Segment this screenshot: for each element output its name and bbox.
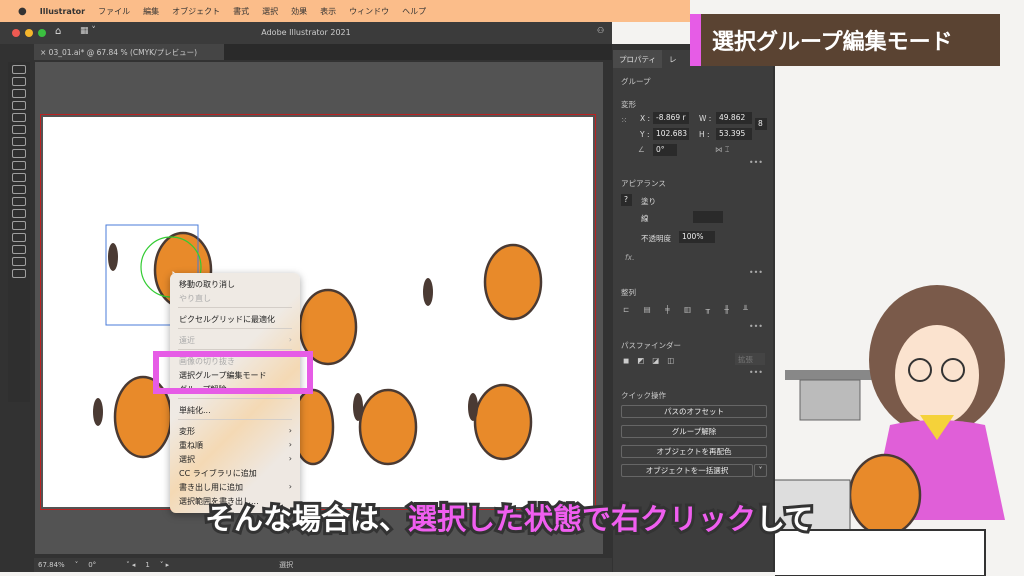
title-banner: 選択グループ編集モード: [690, 14, 1000, 66]
status-bar: 67.84% ˅ 0° ˅ ◂ 1 ˅ ▸ 選択: [34, 558, 612, 572]
tab-properties[interactable]: プロパティ: [613, 50, 663, 68]
artboard-number[interactable]: 1: [145, 561, 149, 569]
menu-type[interactable]: 書式: [233, 6, 249, 17]
reference-point-icon[interactable]: ⁙: [621, 116, 627, 125]
h-field[interactable]: 53.395: [716, 128, 752, 140]
y-label: Y :: [640, 130, 650, 139]
cat-illustrations[interactable]: [43, 117, 593, 507]
highlight-box: [153, 351, 313, 394]
quick-actions-label: クイック操作: [621, 391, 666, 400]
stroke-label: 線: [641, 214, 649, 223]
menu-item-arrange[interactable]: 重ね順: [179, 440, 203, 451]
menu-effect[interactable]: 効果: [291, 6, 307, 17]
object-kind: グループ: [621, 77, 651, 86]
select-same-dropdown[interactable]: ˅: [754, 464, 767, 477]
current-tool: 選択: [279, 561, 294, 569]
zoom-level[interactable]: 67.84%: [38, 561, 65, 569]
pen-tool-icon[interactable]: [12, 101, 26, 110]
shape-builder-tool-icon[interactable]: [12, 185, 26, 194]
brush-tool-icon[interactable]: [12, 125, 26, 134]
menubar: ● Illustrator ファイル 編集 オブジェクト 書式 選択 効果 表示…: [0, 0, 690, 22]
artboard-tool-icon[interactable]: [12, 233, 26, 242]
angle-icon: ∠: [638, 145, 645, 154]
ungroup-button[interactable]: グループ解除: [621, 425, 767, 438]
menu-file[interactable]: ファイル: [98, 6, 130, 17]
menu-help[interactable]: ヘルプ: [402, 6, 426, 17]
more-options-icon[interactable]: •••: [749, 268, 763, 277]
menu-item-pixel-grid[interactable]: ピクセルグリッドに最適化: [179, 314, 275, 325]
stroke-weight-field[interactable]: [693, 211, 723, 223]
type-tool-icon[interactable]: [12, 137, 26, 146]
appearance-label: アピアランス: [621, 179, 666, 188]
subtitle-highlight: 選択した状態で右クリック: [405, 499, 759, 539]
flip-icons[interactable]: ⋈ ⌶: [715, 145, 729, 155]
width-tool-icon[interactable]: [12, 173, 26, 182]
expand-button: 拡張: [735, 353, 765, 365]
tab-layers[interactable]: レ: [663, 50, 683, 68]
menu-item-add-cc-library[interactable]: CC ライブラリに追加: [179, 468, 257, 479]
pathfinder-label: パスファインダー: [621, 341, 681, 350]
eraser-tool-icon[interactable]: [12, 161, 26, 170]
window-title: Adobe Illustrator 2021: [261, 28, 351, 37]
selection-tool-icon[interactable]: [12, 65, 26, 74]
menu-app[interactable]: Illustrator: [40, 7, 85, 16]
subtitle-text: そんな場合は、: [202, 499, 411, 539]
y-field[interactable]: 102.683: [653, 128, 689, 140]
select-same-button[interactable]: オブジェクトを一括選択: [621, 464, 753, 477]
menu-object[interactable]: オブジェクト: [172, 6, 220, 17]
fx-button[interactable]: fx.: [625, 253, 634, 262]
menu-item-select[interactable]: 選択: [179, 454, 195, 465]
transform-label: 変形: [621, 100, 636, 109]
offset-path-button[interactable]: パスのオフセット: [621, 405, 767, 418]
zoom-tool-icon[interactable]: [12, 257, 26, 266]
document-tab[interactable]: × 03_01.ai* @ 67.84 % (CMYK/プレビュー): [34, 44, 224, 60]
menu-item-simplify[interactable]: 単純化...: [179, 405, 211, 416]
opacity-field[interactable]: 100%: [679, 231, 715, 243]
hand-tool-icon[interactable]: [12, 245, 26, 254]
align-label: 整列: [621, 288, 636, 297]
menu-item-redo: やり直し: [179, 294, 211, 303]
rotation-field[interactable]: 0°: [653, 144, 677, 156]
magic-wand-tool-icon[interactable]: [12, 89, 26, 98]
eyedropper-tool-icon[interactable]: [12, 209, 26, 218]
rotation-value[interactable]: 0°: [88, 561, 96, 569]
pathfinder-icons[interactable]: ◼◩◪◫: [623, 356, 682, 365]
rectangle-tool-icon[interactable]: [12, 113, 26, 122]
menu-item-perspective: 遠近: [179, 336, 195, 345]
subtitle-text-end: して: [753, 499, 816, 539]
blend-tool-icon[interactable]: [12, 221, 26, 230]
tools-panel: [8, 62, 30, 402]
more-options-icon[interactable]: •••: [749, 158, 763, 167]
menu-item-add-to-export[interactable]: 書き出し用に追加: [179, 482, 243, 493]
menu-item-transform[interactable]: 変形: [179, 426, 195, 437]
x-field[interactable]: -8.869 r: [653, 112, 689, 124]
more-options-icon[interactable]: •••: [749, 368, 763, 377]
opacity-label: 不透明度: [641, 234, 671, 243]
menu-view[interactable]: 表示: [320, 6, 336, 17]
menu-select[interactable]: 選択: [262, 6, 278, 17]
direct-selection-tool-icon[interactable]: [12, 77, 26, 86]
menu-window[interactable]: ウィンドウ: [349, 6, 389, 17]
rotate-tool-icon[interactable]: [12, 149, 26, 158]
properties-panel: プロパティ レ グループ 変形 ⁙ X : -8.869 r W : 49.86…: [613, 50, 773, 572]
cloud-user-icon[interactable]: ⚇: [597, 26, 604, 35]
fill-swatch-icon[interactable]: ?: [621, 194, 632, 206]
w-field[interactable]: 49.862: [716, 112, 752, 124]
fill-stroke-icon[interactable]: [12, 269, 26, 278]
apple-icon[interactable]: ●: [18, 6, 27, 17]
constrain-proportions-icon[interactable]: 8: [755, 118, 767, 130]
h-label: H :: [699, 130, 710, 139]
align-icons[interactable]: ⊏ ▤ ╪ ▥ ╥ ╫ ╨: [623, 305, 754, 314]
subtitle-caption: そんな場合は、選択した状態で右クリックして: [202, 496, 825, 539]
menu-edit[interactable]: 編集: [143, 6, 159, 17]
recolor-button[interactable]: オブジェクトを再配色: [621, 445, 767, 458]
gradient-tool-icon[interactable]: [12, 197, 26, 206]
more-options-icon[interactable]: •••: [749, 322, 763, 331]
artboard[interactable]: [40, 114, 596, 510]
fill-label: 塗り: [641, 197, 656, 206]
x-label: X :: [640, 114, 651, 123]
title-bar: ⌂ ▦ ˅ Adobe Illustrator 2021 ⚇: [0, 22, 612, 44]
w-label: W :: [699, 114, 712, 123]
menu-item-undo-move[interactable]: 移動の取り消し: [179, 279, 235, 290]
